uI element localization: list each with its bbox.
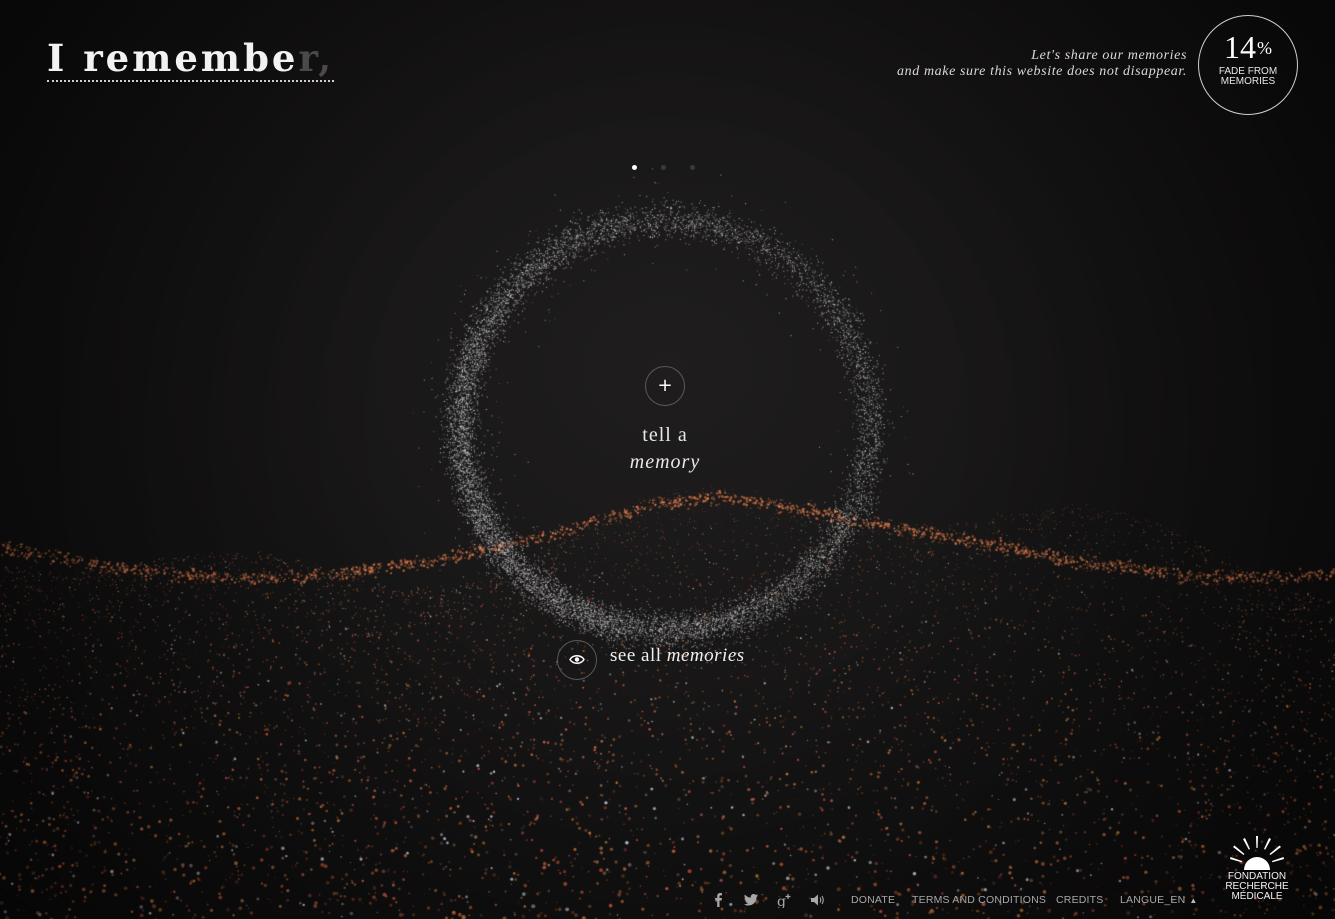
site-logo[interactable]: I remember, (47, 36, 335, 82)
eye-icon (569, 655, 585, 664)
social-links: g (708, 892, 838, 908)
credits-link[interactable]: CREDITS (1056, 894, 1104, 906)
see-all-memories-link[interactable]: see all memories (610, 645, 745, 667)
see-all-text: see all (610, 645, 662, 666)
fade-percentage-label: FADE FROM MEMORIES (1218, 66, 1278, 87)
pager-dot-2[interactable] (661, 165, 666, 170)
tagline: Let's share our memories and make sure t… (897, 48, 1187, 80)
facebook-icon[interactable] (710, 892, 728, 908)
pager-dot-1[interactable] (632, 165, 637, 170)
fade-percentage: 14% (1199, 30, 1297, 65)
tagline-line-1: Let's share our memories (1031, 48, 1187, 63)
fade-percentage-unit: % (1257, 38, 1272, 58)
fondation-recherche-medicale-logo[interactable]: FONDATION RECHERCHE MÉDICALE (1224, 834, 1290, 908)
svg-text:g: g (777, 894, 786, 908)
logo-faded-text: r, (298, 36, 335, 80)
see-all-memories-button[interactable] (557, 640, 597, 680)
plus-icon: + (657, 375, 673, 396)
language-selector[interactable]: LANGUE_EN ▲ (1120, 894, 1198, 906)
foundation-line-3: MÉDICALE (1231, 891, 1283, 902)
see-all-emph: memories (666, 645, 745, 666)
fade-percentage-value: 14 (1224, 29, 1256, 65)
google-plus-icon[interactable]: g (776, 892, 794, 908)
twitter-icon[interactable] (742, 892, 760, 908)
donate-link[interactable]: DONATE (851, 894, 895, 906)
tell-memory-button[interactable]: + (645, 366, 685, 406)
sun-logo-icon (1230, 836, 1284, 870)
caret-up-icon: ▲ (1189, 896, 1198, 905)
language-label: LANGUE_EN (1120, 894, 1186, 906)
logo-visible-text: I remembe (47, 36, 299, 80)
pager-dot-3[interactable] (690, 165, 695, 170)
sound-icon[interactable] (809, 892, 827, 908)
terms-link[interactable]: TERMS AND CONDITIONS (912, 894, 1046, 906)
tell-memory-label-2[interactable]: memory (565, 451, 765, 474)
tagline-line-2: and make sure this website does not disa… (897, 64, 1187, 79)
tell-memory-label-1[interactable]: tell a (565, 424, 765, 447)
fade-percentage-badge[interactable]: 14% FADE FROM MEMORIES (1198, 15, 1298, 115)
